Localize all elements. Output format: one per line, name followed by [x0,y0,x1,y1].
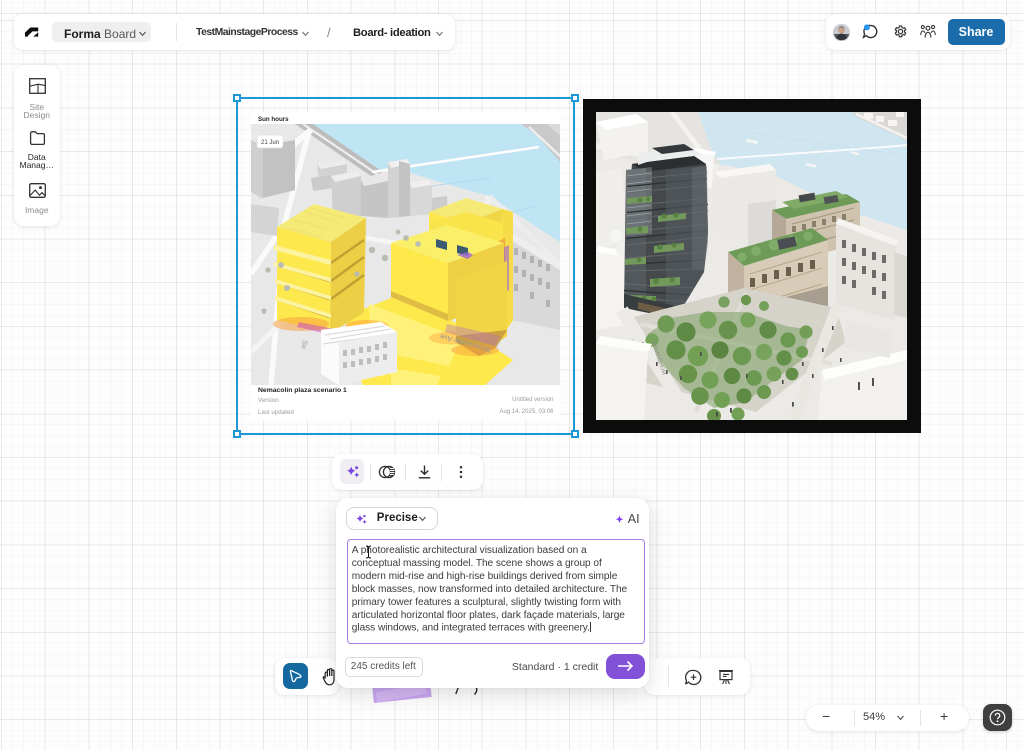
svg-text:Se: Se [300,340,308,350]
svg-text:21 Jun: 21 Jun [261,140,279,146]
